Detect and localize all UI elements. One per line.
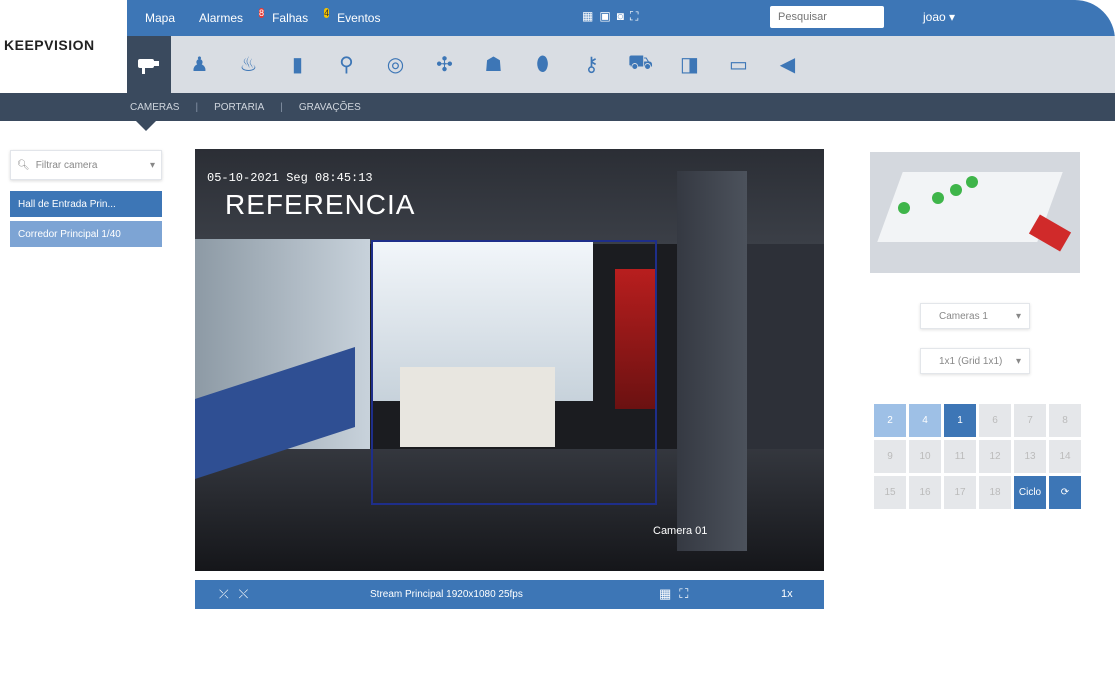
camera-group-select[interactable]: Cameras 1 ▾ <box>920 303 1030 329</box>
sub-navbar: CAMERAS | PORTARIA | GRAVAÇÕES <box>0 93 1115 121</box>
pager-cell[interactable]: 6 <box>979 404 1011 437</box>
video-feed[interactable]: 05-10-2021 Seg 08:45:13 REFERENCIA Camer… <box>195 149 824 571</box>
tab-separator: | <box>280 101 283 113</box>
chevron-down-icon: ▾ <box>1015 355 1021 367</box>
top-nav-links: Mapa Alarmes 8 Falhas 4 Eventos <box>145 0 380 36</box>
video-left-controls: ⤫ ⤬ <box>219 587 248 602</box>
minimap-camera-marker[interactable] <box>950 184 962 196</box>
nav-falhas[interactable]: Falhas 4 <box>272 7 330 26</box>
camera-list-item-selected[interactable]: Hall de Entrada Prin... <box>10 191 162 217</box>
camera-list-item[interactable]: Corredor Principal 1/40 <box>10 221 162 247</box>
pager-cell[interactable]: 18 <box>979 476 1011 509</box>
tab-portaria[interactable]: PORTARIA <box>214 102 264 113</box>
minimap-camera-marker[interactable] <box>898 202 910 214</box>
fire-icon[interactable]: ♨ <box>224 36 273 93</box>
alarm-count-badge: 8 <box>259 7 265 18</box>
filter-label: Filtrar camera <box>35 159 98 171</box>
previous-icon[interactable]: ⤫ <box>219 587 229 602</box>
minimap-camera-marker[interactable] <box>966 176 978 188</box>
pager-cell[interactable]: 8 <box>1049 404 1081 437</box>
video-scene-pillar <box>677 171 747 551</box>
user-menu[interactable]: joao ▾ <box>923 10 955 24</box>
person-icon[interactable]: ♟ <box>175 36 224 93</box>
video-controls-bar: ⤫ ⤬ Stream Principal 1920x1080 25fps ▦ ⛶… <box>195 580 824 609</box>
shield-icon[interactable]: ⬮ <box>518 36 567 93</box>
minimap-red-object <box>1028 214 1072 252</box>
view-icons: ▦ ▣ ◙ ⛶ <box>582 9 638 24</box>
pager-cell[interactable]: 9 <box>874 440 906 473</box>
video-right-controls: ▦ ⛶ <box>659 586 688 602</box>
minimap-camera-marker[interactable] <box>932 192 944 204</box>
pager-cell[interactable]: 15 <box>874 476 906 509</box>
search-input[interactable] <box>770 6 884 28</box>
pager-cell[interactable]: 16 <box>909 476 941 509</box>
cctv-tool-active[interactable] <box>127 36 171 93</box>
pager-cell[interactable]: 17 <box>944 476 976 509</box>
search-icon: 🔍︎ <box>17 159 30 171</box>
snapshot-icon[interactable]: ▦ <box>659 586 671 602</box>
floor-minimap[interactable] <box>870 152 1080 273</box>
fullscreen-icon[interactable]: ⛶ <box>679 586 688 602</box>
chevron-down-icon: ▾ <box>1015 310 1021 322</box>
grid-icon[interactable]: ▦ <box>582 9 593 24</box>
monitor-icon[interactable]: ▣ <box>599 9 610 24</box>
lamp-icon[interactable]: ⚲ <box>322 36 371 93</box>
pager-cell[interactable]: ⟳ <box>1049 476 1081 509</box>
app-frame: KEEPVISION Mapa Alarmes 8 Falhas 4 Eventos… <box>0 0 1115 698</box>
key-icon[interactable]: ⚷ <box>567 36 616 93</box>
camera-filter-select[interactable]: 🔍︎ Filtrar camera ▾ <box>10 150 162 180</box>
layout-value: 1x1 (Grid 1x1) <box>939 355 1003 367</box>
tab-gravacoes[interactable]: GRAVAÇÕES <box>299 102 361 113</box>
pager-cell[interactable]: 12 <box>979 440 1011 473</box>
module-toolbar: ♟ ♨ ▮ ⚲ ◎ ✣ ☗ ⬮ ⚷ ⛟ ◨ ▭ ◀ <box>127 36 1115 93</box>
layout-select[interactable]: 1x1 (Grid 1x1) ▾ <box>920 348 1030 374</box>
elevator-icon[interactable]: ☗ <box>469 36 518 93</box>
pager-cell[interactable]: 2 <box>874 404 906 437</box>
module-tools: ♟ ♨ ▮ ⚲ ◎ ✣ ☗ ⬮ ⚷ ⛟ ◨ ▭ ◀ <box>175 36 812 93</box>
screen-icon[interactable]: ▭ <box>714 36 763 93</box>
door-icon[interactable]: ▮ <box>273 36 322 93</box>
nav-mapa[interactable]: Mapa <box>145 11 175 25</box>
pager-cell[interactable]: 7 <box>1014 404 1046 437</box>
top-navbar: Mapa Alarmes8 Falhas4 Eventos ▦ ▣ ◙ ⛶ jo… <box>127 0 1115 36</box>
zoom-level[interactable]: 1x <box>781 588 793 600</box>
nav-alarmes[interactable]: Alarmes 8 <box>199 7 265 26</box>
tab-separator: | <box>195 101 199 113</box>
osd-timestamp: 05-10-2021 Seg 08:45:13 <box>207 171 373 185</box>
fullscreen-icon[interactable]: ⛶ <box>630 9 638 24</box>
pager-cell[interactable]: 13 <box>1014 440 1046 473</box>
osd-camera-name: Camera 01 <box>653 525 708 537</box>
pager-cell[interactable]: 1 <box>944 404 976 437</box>
pager-cell[interactable]: 11 <box>944 440 976 473</box>
cart-icon[interactable]: ⛟ <box>616 36 665 93</box>
fault-count-badge: 4 <box>324 7 330 18</box>
speaker-icon[interactable]: ◀ <box>763 36 812 93</box>
cctv-icon <box>138 58 159 74</box>
osd-title: REFERENCIA <box>225 189 416 220</box>
camera-icon[interactable]: ◙ <box>617 9 624 24</box>
chevron-down-icon: ▾ <box>149 159 155 171</box>
sub-tabs: CAMERAS | PORTARIA | GRAVAÇÕES <box>130 93 361 121</box>
stream-info: Stream Principal 1920x1080 25fps <box>370 589 523 600</box>
logo: KEEPVISION <box>4 37 95 53</box>
pager-cell[interactable]: 10 <box>909 440 941 473</box>
sensor-icon[interactable]: ◎ <box>371 36 420 93</box>
pager-cell[interactable]: Ciclo <box>1014 476 1046 509</box>
tab-cameras[interactable]: CAMERAS <box>130 102 179 113</box>
nav-eventos[interactable]: Eventos <box>337 11 380 25</box>
next-icon[interactable]: ⤬ <box>239 587 249 602</box>
detection-box <box>371 240 657 505</box>
camera-group-value: Cameras 1 <box>939 310 988 322</box>
fan-icon[interactable]: ✣ <box>420 36 469 93</box>
camera-pager: 2 4 1 6 7 8 9 10 11 12 13 14 15 16 17 18 Ciclo ⟳ <box>874 404 1081 509</box>
active-tab-caret <box>136 121 156 131</box>
car-icon[interactable]: ◨ <box>665 36 714 93</box>
pager-cell[interactable]: 4 <box>909 404 941 437</box>
pager-cell[interactable]: 14 <box>1049 440 1081 473</box>
